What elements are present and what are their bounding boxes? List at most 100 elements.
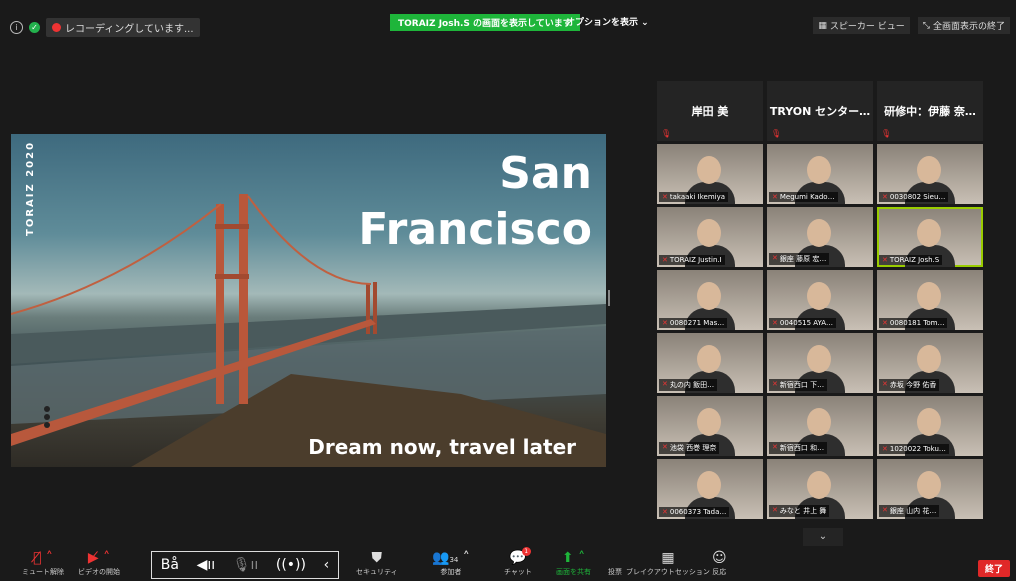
participants-count: 34 — [449, 556, 459, 564]
muted-mic-icon: 🎙̸ ˄ — [33, 550, 53, 566]
participant-nametag: ✕ 0040515 AYA… — [769, 318, 837, 328]
participant-name: 赤坂 今野 佑香 — [889, 381, 937, 389]
exit-fullscreen-button[interactable]: ⤡ 全画面表示の終了 — [917, 17, 1010, 34]
text-icon[interactable]: Bå — [161, 557, 179, 573]
slide-title-line1: San — [499, 148, 592, 199]
reactions-label: 反応 — [712, 568, 727, 576]
muted-mic-icon: 🎙 — [771, 129, 782, 138]
muted-mic-icon: ✕ — [882, 193, 888, 201]
participant-video-tile[interactable]: ✕ 0080181 Tom… — [877, 270, 983, 330]
gallery-scroll-down-button[interactable]: ⌄ — [803, 528, 843, 546]
participant-tile[interactable]: TRYON センター… 🎙 — [767, 81, 873, 141]
recording-icon — [52, 23, 61, 32]
security-button[interactable]: ⛊ セキュリティ — [356, 549, 398, 577]
participant-video-tile[interactable]: ✕ takaaki Ikemiya — [657, 144, 763, 204]
breakout-label: ブレイクアウトセッション — [626, 568, 710, 576]
participant-name: みなと 井上 舞 — [779, 507, 827, 515]
participant-video-tile[interactable]: ✕ 0030802 Sieu… — [877, 144, 983, 204]
speaker-volume-icon[interactable]: ◀ıı — [197, 557, 216, 573]
participant-tile[interactable]: 研修中：伊藤 奈… 🎙 — [877, 81, 983, 141]
participant-face — [917, 219, 941, 247]
participant-tile[interactable]: 岸田 美 🎙 — [657, 81, 763, 141]
participant-video-tile[interactable]: ✕ TORAIZ Josh.S — [877, 207, 983, 267]
view-options-button[interactable]: オプションを表示 ⌄ — [566, 15, 649, 28]
meeting-toolbar: 🎙̸ ˄ ミュート解除 ▶̸ ˄ ビデオの開始 Bå ◀ıı 🎙ıı ((•))… — [0, 545, 1016, 581]
participant-face — [917, 282, 941, 310]
video-off-icon: ▶̸ ˄ — [87, 550, 111, 566]
broadcast-icon[interactable]: ((•)) — [276, 557, 306, 573]
participants-label: 参加者 — [440, 568, 462, 576]
collapse-chevron-icon[interactable]: ‹ — [324, 557, 330, 573]
speaker-view-button[interactable]: ▦ スピーカー ビュー — [813, 17, 910, 34]
participant-video-tile[interactable]: ✕ 赤坂 今野 佑香 — [877, 333, 983, 393]
participant-name: 0040515 AYA… — [779, 319, 834, 327]
breakout-button[interactable]: ▦ ブレイクアウトセッション — [626, 549, 710, 577]
participant-nametag: ✕ 銀座 藤原 宏… — [769, 253, 830, 265]
participant-name: Megumi Kado… — [779, 193, 835, 201]
participant-face — [697, 219, 721, 247]
participant-video-tile[interactable]: ✕ 池袋 西巻 理奈 — [657, 396, 763, 456]
participant-name: TORAIZ Josh.S — [889, 256, 940, 264]
muted-mic-icon: ✕ — [882, 380, 888, 388]
poll-button[interactable]: 投票 — [608, 549, 622, 577]
participant-video-tile[interactable]: ✕ みなと 井上 舞 — [767, 459, 873, 519]
participant-video-tile[interactable]: ✕ 0060373 Tada… — [657, 459, 763, 519]
recording-indicator[interactable]: レコーディングしています... — [46, 18, 200, 37]
participant-name: 池袋 西巻 理奈 — [669, 444, 717, 452]
muted-mic-icon: 🎙 — [661, 129, 672, 138]
audio-control-panel: Bå ◀ıı 🎙ıı ((•)) ‹ — [151, 551, 339, 579]
smiley-icon: ☺ — [712, 550, 727, 566]
participant-face — [917, 156, 941, 184]
participant-face — [697, 345, 721, 373]
shared-screen-slide: TORAIZ 2020 San Francisco Dream now, tra… — [11, 134, 606, 467]
name-only-row: 岸田 美 🎙 TRYON センター… 🎙 研修中：伊藤 奈… 🎙 — [657, 81, 987, 141]
participant-video-tile[interactable]: ✕ 1020022 Toku… — [877, 396, 983, 456]
share-screen-label: 画面を共有 — [556, 568, 591, 576]
participants-button[interactable]: 👥34 ˄ 参加者 — [432, 549, 470, 577]
info-icon[interactable]: i — [10, 21, 23, 34]
participant-video-tile[interactable]: ✕ 0040515 AYA… — [767, 270, 873, 330]
participant-video-tile[interactable]: ✕ 新宿西口 下… — [767, 333, 873, 393]
chat-button[interactable]: 💬 1 チャット — [504, 547, 532, 577]
participant-video-tile[interactable]: ✕ 新宿西口 和… — [767, 396, 873, 456]
participant-video-tile[interactable]: ✕ 銀座 藤原 宏… — [767, 207, 873, 267]
participant-name: 0080181 Tom… — [889, 319, 945, 327]
participant-nametag: ✕ 銀座 山内 花… — [879, 505, 940, 517]
participant-video-tile[interactable]: ✕ Megumi Kado… — [767, 144, 873, 204]
participant-name: TORAIZ Justin.I — [669, 256, 722, 264]
participant-nametag: ✕ 赤坂 今野 佑香 — [879, 379, 940, 391]
participant-video-tile[interactable]: ✕ 丸の内 飯田… — [657, 333, 763, 393]
participant-nametag: ✕ 0060373 Tada… — [659, 507, 730, 517]
shield-icon: ⛊ — [371, 550, 383, 566]
participant-video-tile[interactable]: ✕ TORAIZ Justin.I — [657, 207, 763, 267]
participant-nametag: ✕ 池袋 西巻 理奈 — [659, 442, 720, 454]
encryption-shield-icon[interactable]: ✓ — [29, 22, 40, 33]
participant-gallery: 岸田 美 🎙 TRYON センター… 🎙 研修中：伊藤 奈… 🎙 ✕ takaak… — [657, 81, 987, 519]
security-label: セキュリティ — [356, 568, 398, 576]
recording-label: レコーディングしています... — [65, 24, 194, 35]
end-meeting-button[interactable]: 終了 — [977, 560, 1010, 577]
muted-mic-icon: ✕ — [662, 508, 668, 516]
participant-name: 0060373 Tada… — [669, 508, 727, 516]
participant-video-tile[interactable]: ✕ 0080271 Mas… — [657, 270, 763, 330]
participant-nametag: ✕ TORAIZ Justin.I — [659, 255, 725, 265]
participants-icon: 👥34 ˄ — [432, 550, 470, 566]
participant-name: 1020022 Toku… — [889, 445, 946, 453]
participant-face — [917, 345, 941, 373]
panel-resize-handle[interactable] — [608, 290, 610, 306]
participant-name: takaaki Ikemiya — [669, 193, 726, 201]
topbar-right: ▦ スピーカー ビュー ⤡ 全画面表示の終了 — [813, 17, 1010, 34]
participant-nametag: ✕ 新宿西口 下… — [769, 379, 828, 391]
unmute-button[interactable]: 🎙̸ ˄ ミュート解除 — [22, 549, 64, 577]
start-video-button[interactable]: ▶̸ ˄ ビデオの開始 — [78, 549, 120, 577]
share-screen-button[interactable]: ⬆ ˄ 画面を共有 — [556, 549, 591, 577]
mic-level-icon[interactable]: 🎙ıı — [233, 557, 259, 573]
exit-fullscreen-label: 全画面表示の終了 — [932, 22, 1005, 32]
participant-video-tile[interactable]: ✕ 銀座 山内 花… — [877, 459, 983, 519]
muted-mic-icon: ✕ — [772, 193, 778, 201]
participant-face — [697, 156, 721, 184]
chat-unread-badge: 1 — [521, 547, 531, 556]
reactions-button[interactable]: ☺ 反応 — [712, 549, 727, 577]
participant-name: 銀座 山内 花… — [889, 507, 937, 515]
muted-mic-icon: ✕ — [662, 256, 668, 264]
